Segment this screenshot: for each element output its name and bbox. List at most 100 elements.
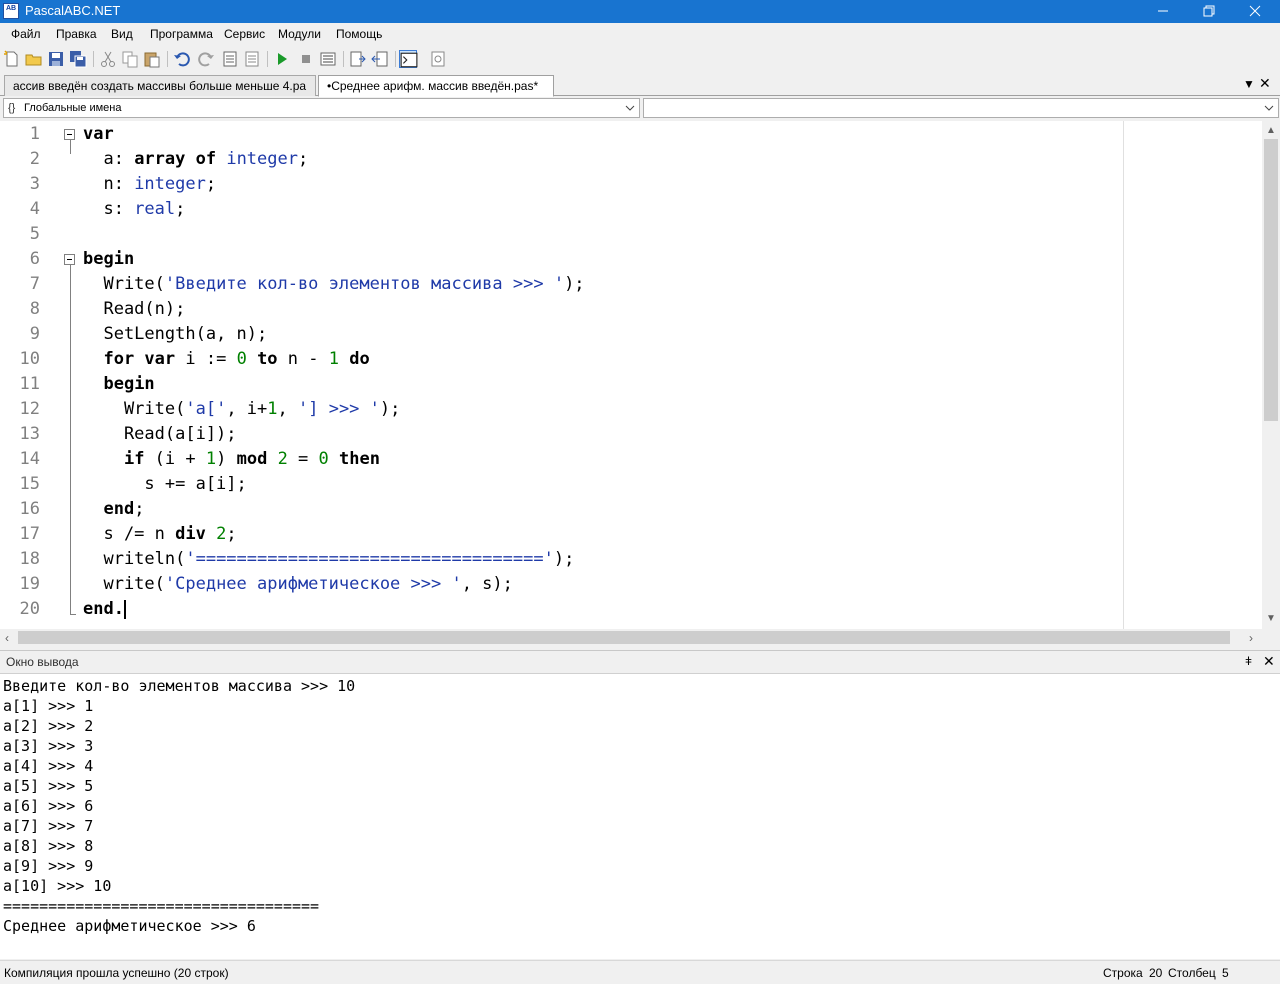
scope-select[interactable]: {} Глобальные имена (3, 98, 640, 118)
debug-form-icon[interactable] (429, 50, 447, 68)
tab-file-2[interactable]: •Среднее арифм. массив введён.pas* (318, 75, 554, 97)
scroll-thumb[interactable] (18, 631, 1230, 644)
code-line[interactable]: s /= n div 2; (83, 522, 236, 547)
code-line[interactable]: writeln('===============================… (83, 547, 574, 572)
open-icon[interactable] (25, 50, 43, 68)
step-into-icon[interactable] (349, 50, 367, 68)
menu-help[interactable]: Помощь (336, 27, 382, 41)
code-token: for var (103, 349, 176, 369)
scroll-right-icon: › (1249, 631, 1253, 645)
code-token: ; (134, 499, 145, 519)
tab-file-1[interactable]: ассив введён создать массивы больше мень… (4, 75, 316, 96)
close-panel-icon[interactable]: ✕ (1263, 653, 1275, 670)
code-line[interactable]: SetLength(a, n); (83, 322, 267, 347)
code-line[interactable]: write('Среднее арифметическое >>> ', s); (83, 572, 512, 597)
stop-icon[interactable] (297, 50, 315, 68)
code-token: end (103, 499, 135, 519)
fold-toggle-icon[interactable] (64, 254, 75, 265)
code-token: ; (175, 199, 186, 219)
indent-icon[interactable] (243, 50, 261, 68)
code-token: n: (83, 174, 135, 194)
code-line[interactable]: s += a[i]; (83, 472, 247, 497)
menu-service[interactable]: Сервис (224, 27, 265, 41)
output-window[interactable]: Введите кол-во элементов массива >>> 10 a… (0, 673, 1280, 959)
code-token: s += a[i]; (83, 474, 247, 494)
code-line[interactable]: end. (83, 597, 126, 622)
text-caret (123, 599, 126, 619)
output-window-icon[interactable] (399, 50, 418, 68)
scroll-up-icon: ▲ (1266, 125, 1276, 136)
save-icon[interactable] (47, 50, 65, 68)
code-token: Read(a[i]); (83, 424, 237, 444)
menu-program[interactable]: Программа (150, 27, 213, 41)
code-line[interactable]: begin (83, 247, 134, 272)
code-line[interactable]: Write('a[', i+1, '] >>> '); (83, 397, 400, 422)
code-line[interactable]: begin (83, 372, 154, 397)
output-line: =================================== (3, 897, 320, 915)
undo-icon[interactable] (173, 50, 191, 68)
run-icon[interactable] (273, 50, 291, 68)
code-editor[interactable]: 1 2 3 4 5 6 7 8 9 10 11 12 13 14 15 16 17 18 19 20 var a: a… (0, 121, 1280, 629)
status-bar: Компиляция прошла успешно (20 строк) Стр… (0, 960, 1280, 984)
status-message: Компиляция прошла успешно (20 строк) (4, 966, 229, 980)
editor-vertical-scrollbar[interactable]: ▲ ▼ (1262, 121, 1280, 629)
menu-view[interactable]: Вид (111, 27, 133, 41)
compile-icon[interactable] (319, 50, 337, 68)
scroll-left-icon: ‹ (5, 631, 9, 645)
code-line[interactable]: Write('Введите кол-во элементов массива … (83, 272, 584, 297)
unindent-icon[interactable] (221, 50, 239, 68)
scroll-down-icon: ▼ (1266, 613, 1276, 624)
code-line[interactable]: Read(n); (83, 297, 185, 322)
code-token: end. (83, 599, 124, 619)
scroll-thumb[interactable] (1264, 139, 1278, 421)
title-bar: AB PascalABC.NET (0, 0, 1280, 23)
line-number: 9 (29, 324, 40, 344)
code-line[interactable]: var (83, 122, 114, 147)
menu-file[interactable]: Файл (11, 27, 41, 41)
code-token: then (339, 449, 380, 469)
paste-icon[interactable] (143, 50, 161, 68)
output-line: a[6] >>> 6 (3, 797, 94, 815)
line-number: 4 (29, 199, 40, 219)
cut-icon[interactable] (99, 50, 117, 68)
copy-icon[interactable] (121, 50, 139, 68)
line-number: 3 (29, 174, 40, 194)
code-line[interactable]: for var i := 0 to n - 1 do (83, 347, 370, 372)
redo-icon[interactable] (197, 50, 215, 68)
output-line: a[4] >>> 4 (3, 757, 94, 775)
code-line[interactable]: end; (83, 497, 144, 522)
line-number: 5 (29, 224, 40, 244)
close-button[interactable] (1232, 0, 1278, 23)
code-token: if (123, 449, 145, 469)
code-token: writeln( (83, 549, 186, 569)
code-line[interactable]: if (i + 1) mod 2 = 0 then (83, 447, 380, 472)
save-all-icon[interactable] (69, 50, 87, 68)
code-token: Write( (83, 274, 165, 294)
col-label: Столбец (1168, 966, 1216, 980)
member-select[interactable] (643, 98, 1279, 118)
menu-edit[interactable]: Правка (56, 27, 97, 41)
tabs-dropdown-icon[interactable]: ▼ (1243, 77, 1255, 91)
code-line[interactable]: Read(a[i]); (83, 422, 237, 447)
step-over-icon[interactable] (371, 50, 389, 68)
editor-horizontal-scrollbar[interactable]: ‹ › (0, 629, 1280, 646)
output-panel-title: Окно вывода (6, 655, 79, 669)
code-line[interactable]: s: real; (83, 197, 185, 222)
chevron-down-icon (625, 105, 635, 111)
code-token: do (349, 349, 370, 369)
code-line[interactable]: a: array of integer; (83, 147, 308, 172)
restore-button[interactable] (1186, 0, 1232, 23)
code-token: div (175, 524, 206, 544)
minimize-button[interactable] (1140, 0, 1186, 23)
fold-toggle-icon[interactable] (64, 129, 75, 140)
line-number: 17 (19, 524, 40, 544)
pin-icon[interactable]: ǂ (1245, 654, 1252, 668)
close-tab-icon[interactable]: ✕ (1259, 75, 1271, 92)
menu-modules[interactable]: Модули (278, 27, 321, 41)
code-line[interactable]: n: integer; (83, 172, 216, 197)
new-file-icon[interactable] (3, 50, 21, 68)
